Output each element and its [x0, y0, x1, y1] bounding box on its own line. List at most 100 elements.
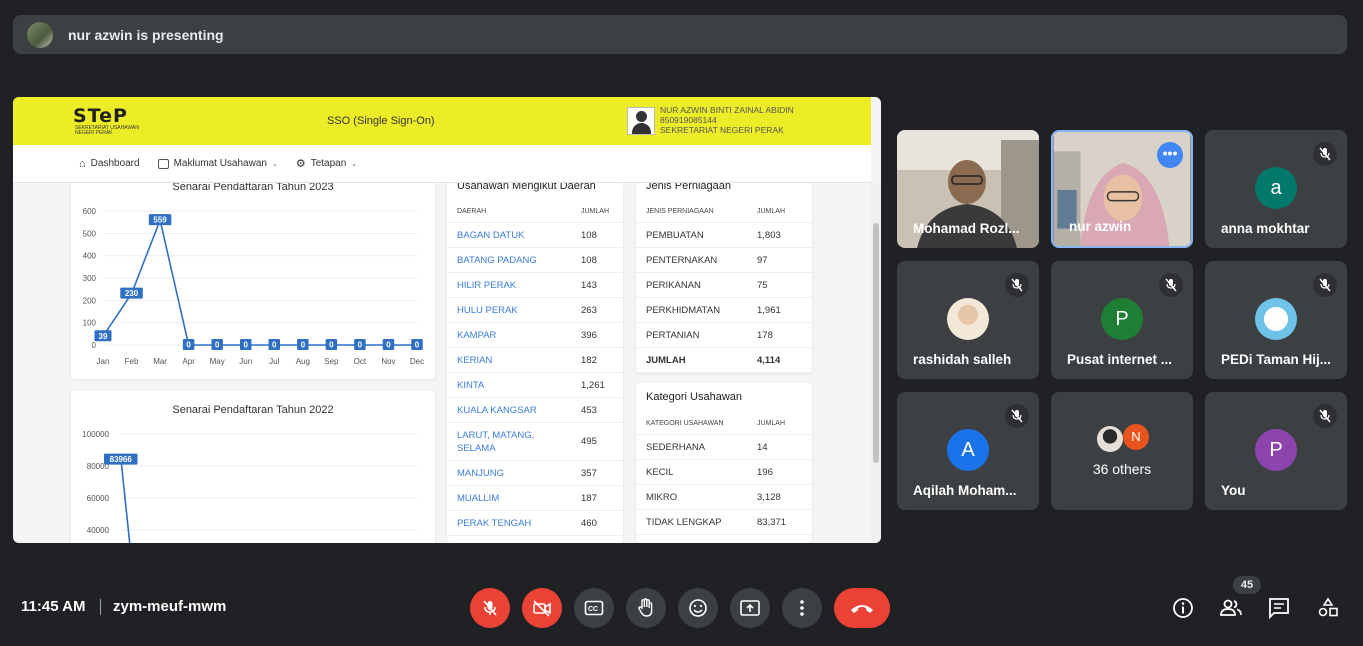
table-row[interactable]: MUALLIM 187: [447, 486, 623, 511]
table-cell: KECIL: [646, 466, 674, 478]
table-row[interactable]: BATANG PADANG 108: [447, 248, 623, 273]
series-line: [102, 217, 417, 346]
participant-name: anna mokhtar: [1221, 221, 1310, 236]
x-tick-label: Apr: [182, 357, 195, 366]
mic-off-icon: [483, 600, 497, 616]
data-label: 0: [329, 341, 334, 350]
daerah-link[interactable]: KERIAN: [457, 355, 492, 366]
x-tick-label: Feb: [125, 357, 139, 366]
clock: 11:45 AM: [21, 598, 86, 615]
mic-toggle-button[interactable]: [470, 588, 510, 628]
x-tick-label: Jul: [269, 357, 279, 366]
participant-tile[interactable]: PEDi Taman Hij...: [1205, 261, 1347, 379]
people-button[interactable]: [1219, 596, 1243, 620]
daerah-link[interactable]: PERAK TENGAH: [457, 518, 531, 529]
table-cell: SEDERHANA: [646, 441, 706, 453]
daerah-link[interactable]: KUALA KANGSAR: [457, 405, 537, 416]
avatar: A: [947, 429, 989, 471]
table-row[interactable]: KINTA 1,261: [447, 373, 623, 398]
more-options-button[interactable]: [782, 588, 822, 628]
camera-toggle-button[interactable]: [522, 588, 562, 628]
table-row[interactable]: MANJUNG 357: [447, 461, 623, 486]
present-screen-icon: [740, 600, 760, 616]
chart-card-2023: Senarai Pendaftaran Tahun 2023 0 100 200 30…: [71, 183, 435, 379]
x-tick-label: Jan: [97, 357, 110, 366]
x-tick-label: Nov: [381, 357, 395, 366]
avatar: P: [1255, 429, 1297, 471]
table-cell: PERIKANAN: [646, 279, 701, 291]
others-photo-avatar: [1097, 426, 1123, 452]
table-cell: 3,128: [757, 491, 781, 503]
daerah-link[interactable]: LARUT, MATANG, SELAMA: [457, 429, 545, 455]
table-row[interactable]: KERIAN 182: [447, 348, 623, 373]
table-row[interactable]: PERAK TENGAH 460: [447, 511, 623, 536]
scrollbar-thumb[interactable]: [873, 223, 879, 463]
daerah-link[interactable]: BATANG PADANG: [457, 255, 537, 266]
daerah-link[interactable]: HILIR PERAK: [457, 280, 516, 291]
daerah-link[interactable]: BAGAN DATUK: [457, 230, 524, 241]
chart-card-2022: Senarai Pendaftaran Tahun 2022 200004000…: [71, 391, 435, 543]
participant-tile[interactable]: A Aqilah Moham...: [897, 392, 1039, 510]
participant-name: rashidah salleh: [913, 352, 1012, 367]
y-tick-label: 100: [83, 319, 97, 328]
document-icon: [157, 158, 169, 169]
daerah-link[interactable]: KAMPAR: [457, 330, 496, 341]
x-tick-label: Aug: [296, 357, 310, 366]
scrollbar[interactable]: [871, 183, 881, 543]
data-label: 0: [215, 341, 220, 350]
avatar: a: [1255, 167, 1297, 209]
user-info: NUR AZWIN BINTI ZAINAL ABIDIN 8509190851…: [660, 105, 794, 135]
meeting-details-button[interactable]: [1171, 596, 1195, 620]
table-row[interactable]: KAMPAR 396: [447, 323, 623, 348]
data-label: 0: [415, 341, 420, 350]
daerah-link[interactable]: KINTA: [457, 380, 484, 391]
table-cell: 1,803: [757, 229, 781, 241]
daerah-link[interactable]: MUALLIM: [457, 493, 499, 504]
emoji-button[interactable]: [678, 588, 718, 628]
x-tick-label: Jun: [239, 357, 252, 366]
gear-icon: ⚙: [295, 158, 306, 170]
data-label: 0: [358, 341, 363, 350]
participant-tile[interactable]: Mohamad Rozl...: [897, 130, 1039, 248]
daerah-table: DAERAH JUMLAH BAGAN DATUK 108 BATANG PADANG 1…: [447, 201, 623, 536]
activities-button[interactable]: [1316, 596, 1340, 620]
table-cell: 196: [757, 466, 773, 478]
chat-button[interactable]: [1267, 596, 1291, 620]
table-cell: 14: [757, 441, 768, 453]
participant-tile-self[interactable]: P You: [1205, 392, 1347, 510]
table-cell: 396: [581, 329, 597, 341]
column-header: JUMLAH: [581, 208, 610, 215]
data-label: 230: [125, 289, 139, 298]
participant-tile[interactable]: a anna mokhtar: [1205, 130, 1347, 248]
raise-hand-button[interactable]: [626, 588, 666, 628]
shared-screen: STeP SEKRETARIAT USAHAWAN NEGERI PERAK S…: [13, 97, 881, 543]
chevron-down-icon: ⌄: [271, 160, 278, 168]
leave-call-button[interactable]: [834, 588, 890, 628]
captions-button[interactable]: CC: [574, 588, 614, 628]
call-end-icon: [851, 605, 873, 613]
daerah-link[interactable]: HULU PERAK: [457, 305, 518, 316]
participant-name: You: [1221, 483, 1246, 498]
daerah-link[interactable]: MANJUNG: [457, 468, 504, 479]
table-row[interactable]: HILIR PERAK 143: [447, 273, 623, 298]
others-tile[interactable]: N 36 others: [1051, 392, 1193, 510]
table-row[interactable]: HULU PERAK 263: [447, 298, 623, 323]
table-cell: 83,371: [757, 516, 787, 528]
table-cell: PENTERNAKAN: [646, 254, 718, 266]
participant-tile-active[interactable]: ••• nur azwin: [1051, 130, 1193, 248]
participant-tile[interactable]: P Pusat internet ...: [1051, 261, 1193, 379]
participant-name: Aqilah Moham...: [913, 483, 1017, 498]
table-cell: 108: [581, 229, 597, 241]
column-header: JUMLAH: [757, 420, 786, 427]
table-row: MIKRO 3,128: [636, 485, 812, 510]
column-header: JENIS PERNIAGAAN: [646, 208, 714, 215]
table-row[interactable]: KUALA KANGSAR 453: [447, 398, 623, 423]
more-options-icon[interactable]: •••: [1157, 142, 1183, 168]
table-cell: 97: [757, 254, 768, 266]
table-row[interactable]: LARUT, MATANG, SELAMA 495: [447, 423, 623, 461]
table-row[interactable]: BAGAN DATUK 108: [447, 223, 623, 248]
participant-tile[interactable]: rashidah salleh: [897, 261, 1039, 379]
present-button[interactable]: [730, 588, 770, 628]
chart-title: Senarai Pendaftaran Tahun 2022: [172, 404, 334, 416]
avatar: [1255, 298, 1297, 340]
